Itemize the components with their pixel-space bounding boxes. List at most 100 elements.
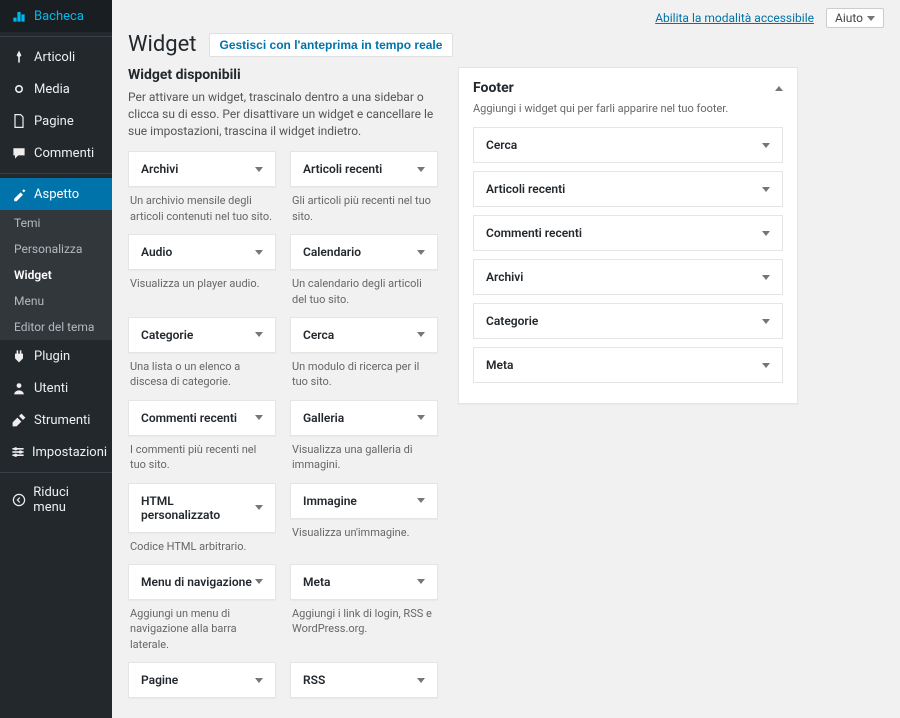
- footer-widget-item[interactable]: Categorie: [473, 303, 783, 339]
- chevron-down-icon: [417, 498, 425, 503]
- available-widgets-intro: Per attivare un widget, trascinalo dentr…: [128, 89, 438, 139]
- appearance-icon: [10, 186, 28, 202]
- sidebar-item-strumenti[interactable]: Strumenti: [0, 404, 112, 436]
- sidebar-item-articoli[interactable]: Articoli: [0, 41, 112, 73]
- chevron-down-icon: [762, 231, 770, 236]
- footer-widget-item[interactable]: Commenti recenti: [473, 215, 783, 251]
- sidebar-sub-personalizza[interactable]: Personalizza: [0, 236, 112, 262]
- available-widget: Commenti recenti I commenti più recenti n…: [128, 400, 276, 473]
- footer-widget-item[interactable]: Archivi: [473, 259, 783, 295]
- footer-widget-item[interactable]: Meta: [473, 347, 783, 383]
- sidebar-item-media[interactable]: Media: [0, 73, 112, 105]
- widget-head[interactable]: Pagine: [128, 662, 276, 698]
- available-widget: Cerca Un modulo di ricerca per il tuo sit…: [290, 317, 438, 390]
- widget-desc: Una lista o un elenco a discesa di categ…: [128, 353, 276, 390]
- widget-head[interactable]: HTML personalizzato: [128, 483, 276, 533]
- chevron-down-icon: [762, 187, 770, 192]
- collapse-icon: [10, 492, 27, 508]
- accessibility-link[interactable]: Abilita la modalità accessibile: [655, 11, 814, 25]
- sidebar-item-collapse[interactable]: Riduci menu: [0, 477, 112, 523]
- widget-area-title: Footer: [473, 80, 514, 96]
- available-widget: Audio Visualizza un player audio.: [128, 234, 276, 307]
- sidebar-label: Strumenti: [34, 413, 90, 428]
- pin-icon: [10, 49, 28, 65]
- available-widget: RSS: [290, 662, 438, 698]
- widget-head[interactable]: Calendario: [290, 234, 438, 270]
- widget-name: Articoli recenti: [486, 182, 565, 196]
- chevron-up-icon: [775, 86, 783, 91]
- sidebar-sub-widget[interactable]: Widget: [0, 262, 112, 288]
- available-widget: CalendarioUn calendario degli articoli d…: [290, 234, 438, 307]
- sidebar-sub-editor[interactable]: Editor del tema: [0, 314, 112, 340]
- widget-head[interactable]: Galleria: [290, 400, 438, 436]
- sidebar-submenu: Temi Personalizza Widget Menu Editor del…: [0, 210, 112, 340]
- widget-head[interactable]: Menu di navigazione: [128, 564, 276, 600]
- sidebar-item-utenti[interactable]: Utenti: [0, 372, 112, 404]
- widget-desc: Aggiungi un menu di navigazione alla bar…: [128, 600, 276, 652]
- chevron-down-icon: [255, 167, 263, 172]
- sidebar-label: Bacheca: [34, 9, 84, 24]
- tools-icon: [10, 412, 28, 428]
- available-widgets-heading: Widget disponibili: [128, 67, 438, 83]
- sidebar-item-impostazioni[interactable]: Impostazioni: [0, 436, 112, 468]
- widget-name: Archivi: [141, 162, 178, 176]
- widget-name: Cerca: [486, 138, 517, 152]
- sidebar-sub-temi[interactable]: Temi: [0, 210, 112, 236]
- sidebar-label: Media: [34, 82, 70, 97]
- main-content: Abilita la modalità accessibile Aiuto Wi…: [112, 0, 900, 718]
- chevron-down-icon: [255, 678, 263, 683]
- sidebar-label: Impostazioni: [32, 445, 107, 460]
- widget-name: Immagine: [303, 494, 357, 508]
- sidebar-item-pagine[interactable]: Pagine: [0, 105, 112, 137]
- manage-live-preview-button[interactable]: Gestisci con l'anteprima in tempo reale: [209, 33, 454, 57]
- page-title: Widget: [128, 32, 197, 57]
- widget-head[interactable]: RSS: [290, 662, 438, 698]
- help-button[interactable]: Aiuto: [826, 8, 884, 28]
- available-widget: GalleriaVisualizza una galleria di immag…: [290, 400, 438, 473]
- chevron-down-icon: [417, 332, 425, 337]
- widget-desc: Un modulo di ricerca per il tuo sito.: [290, 353, 438, 390]
- widget-name: Galleria: [303, 411, 344, 425]
- chevron-down-icon: [417, 415, 425, 420]
- chevron-down-icon: [255, 505, 263, 510]
- widget-head[interactable]: Articoli recenti: [290, 151, 438, 187]
- widget-head[interactable]: Immagine: [290, 483, 438, 519]
- chevron-down-icon: [255, 332, 263, 337]
- widget-name: Cerca: [303, 328, 334, 342]
- chevron-down-icon: [255, 579, 263, 584]
- sidebar-item-commenti[interactable]: Commenti: [0, 137, 112, 169]
- widget-head[interactable]: Audio: [128, 234, 276, 270]
- widget-name: RSS: [303, 673, 325, 687]
- widget-name: Commenti recenti: [141, 411, 237, 425]
- widget-name: Categorie: [486, 314, 538, 328]
- widget-desc: Aggiungi i link di login, RSS e WordPres…: [290, 600, 438, 637]
- widget-area-desc: Aggiungi i widget qui per farli apparire…: [473, 102, 783, 115]
- widget-name: Categorie: [141, 328, 193, 342]
- widget-desc: Un archivio mensile degli articoli conte…: [128, 187, 276, 224]
- available-widgets-grid: Archivi Un archivio mensile degli articol…: [128, 151, 438, 698]
- footer-widget-item[interactable]: Cerca: [473, 127, 783, 163]
- footer-widget-item[interactable]: Articoli recenti: [473, 171, 783, 207]
- widget-desc: I commenti più recenti nel tuo sito.: [128, 436, 276, 473]
- widget-head[interactable]: Cerca: [290, 317, 438, 353]
- chevron-down-icon: [762, 275, 770, 280]
- available-widget: Pagine: [128, 662, 276, 698]
- widget-desc: Visualizza un player audio.: [128, 270, 276, 291]
- widget-name: Audio: [141, 245, 172, 259]
- widget-head[interactable]: Archivi: [128, 151, 276, 187]
- widget-head[interactable]: Categorie: [128, 317, 276, 353]
- widget-head[interactable]: Meta: [290, 564, 438, 600]
- page-icon: [10, 113, 28, 129]
- widget-area-toggle[interactable]: Footer: [473, 80, 783, 96]
- sidebar-item-bacheca[interactable]: Bacheca: [0, 0, 112, 32]
- widget-name: Calendario: [303, 245, 361, 259]
- chevron-down-icon: [417, 250, 425, 255]
- widget-head[interactable]: Commenti recenti: [128, 400, 276, 436]
- admin-sidebar: Bacheca Articoli Media Pagine Commenti A…: [0, 0, 112, 718]
- sidebar-item-plugin[interactable]: Plugin: [0, 340, 112, 372]
- sidebar-sub-menu[interactable]: Menu: [0, 288, 112, 314]
- available-widget: MetaAggiungi i link di login, RSS e Word…: [290, 564, 438, 652]
- sidebar-item-aspetto[interactable]: Aspetto: [0, 178, 112, 210]
- sidebar-label: Aspetto: [34, 187, 79, 202]
- chevron-down-icon: [762, 319, 770, 324]
